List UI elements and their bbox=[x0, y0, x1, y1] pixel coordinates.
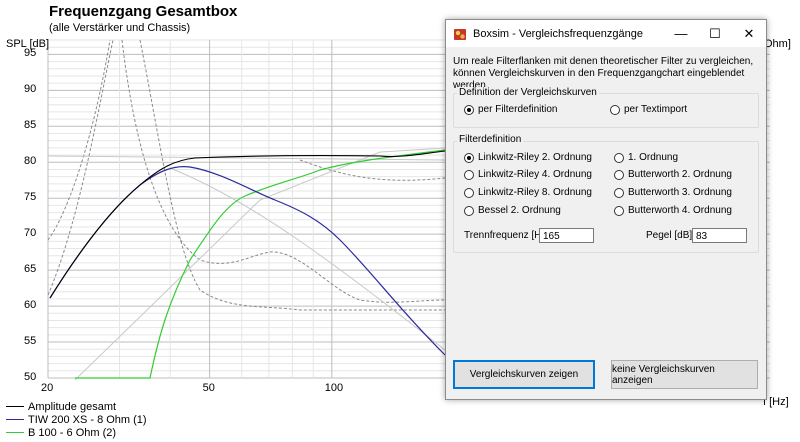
x-tick-label: 20 bbox=[41, 382, 54, 394]
radio-unselected-icon bbox=[464, 187, 474, 198]
crossover-frequency-input[interactable]: 165 bbox=[539, 228, 594, 243]
legend-item-b100: B 100 - 6 Ohm (2) bbox=[6, 426, 147, 439]
reference-line-2 bbox=[74, 147, 446, 381]
radio-unselected-icon bbox=[614, 152, 624, 163]
level-input[interactable]: 83 bbox=[692, 228, 747, 243]
radio-label: Bessel 2. Ordnung bbox=[478, 205, 561, 216]
x-tick-label: 100 bbox=[324, 382, 344, 394]
radio-label: 1. Ordnung bbox=[628, 152, 679, 163]
legend-label: Amplitude gesamt bbox=[28, 400, 117, 413]
y-tick-label: 60 bbox=[24, 299, 37, 312]
y-tick-label: 85 bbox=[24, 119, 37, 132]
comparison-curves-dialog: Boxsim - Vergleichsfrequenzgänge — ☐ ✕ U… bbox=[445, 19, 767, 400]
y-tick-label: 75 bbox=[24, 191, 37, 204]
boxsim-app-icon bbox=[454, 28, 466, 40]
radio-bw3[interactable]: Butterworth 3. Ordnung bbox=[614, 187, 732, 198]
radio-unselected-icon bbox=[614, 205, 624, 216]
dialog-title: Boxsim - Vergleichsfrequenzgänge bbox=[473, 27, 643, 40]
chart-subtitle: (alle Verstärker und Chassis) bbox=[49, 22, 191, 34]
legend-item-tiw200: TIW 200 XS - 8 Ohm (1) bbox=[6, 413, 147, 426]
legend-label: B 100 - 6 Ohm (2) bbox=[28, 426, 117, 439]
dialog-titlebar[interactable]: Boxsim - Vergleichsfrequenzgänge — ☐ ✕ bbox=[446, 20, 766, 47]
radio-label: Butterworth 4. Ordnung bbox=[628, 205, 732, 216]
y-tick-label: 80 bbox=[24, 155, 37, 168]
radio-label: Linkwitz-Riley 2. Ordnung bbox=[478, 152, 592, 163]
radio-bw2[interactable]: Butterworth 2. Ordnung bbox=[614, 169, 732, 180]
radio-selected-icon bbox=[464, 152, 474, 163]
radio-bw4[interactable]: Butterworth 4. Ordnung bbox=[614, 205, 732, 216]
impedance-curve-1 bbox=[47, 39, 445, 311]
radio-per-filterdefinition[interactable]: per Filterdefinition bbox=[464, 104, 557, 115]
show-comparison-curves-button[interactable]: Vergleichskurven zeigen bbox=[453, 360, 595, 389]
hide-comparison-curves-button[interactable]: keine Vergleichskurven anzeigen bbox=[611, 360, 758, 389]
reference-line-3 bbox=[169, 167, 446, 351]
minimize-button[interactable]: — bbox=[664, 20, 698, 47]
radio-unselected-icon bbox=[610, 104, 620, 115]
y-tick-label: 90 bbox=[24, 83, 37, 96]
y-tick-label: 70 bbox=[24, 227, 37, 240]
y-tick-label: 95 bbox=[24, 47, 37, 60]
radio-label: Linkwitz-Riley 4. Ordnung bbox=[478, 169, 592, 180]
radio-selected-icon bbox=[464, 104, 474, 115]
chart-legend: Amplitude gesamt TIW 200 XS - 8 Ohm (1) … bbox=[6, 400, 147, 439]
radio-lr4[interactable]: Linkwitz-Riley 4. Ordnung bbox=[464, 169, 592, 180]
radio-per-textimport[interactable]: per Textimport bbox=[610, 104, 687, 115]
y-tick-label: 55 bbox=[24, 335, 37, 348]
radio-unselected-icon bbox=[464, 169, 474, 180]
radio-lr2[interactable]: Linkwitz-Riley 2. Ordnung bbox=[464, 152, 592, 163]
radio-label: per Textimport bbox=[624, 104, 688, 115]
filter-group-title: Filterdefinition bbox=[457, 134, 524, 145]
definition-group-title: Definition der Vergleichskurven bbox=[457, 87, 599, 98]
y-tick-label: 50 bbox=[24, 371, 37, 383]
y2-axis-label: Ohm] bbox=[764, 38, 791, 50]
x-tick-label: 50 bbox=[202, 382, 215, 394]
chart-title: Frequenzgang Gesamtbox bbox=[49, 3, 238, 20]
maximize-button[interactable]: ☐ bbox=[698, 20, 732, 47]
level-label: Pegel [dB] bbox=[646, 230, 693, 241]
chart-curves bbox=[47, 39, 446, 381]
radio-label: per Filterdefinition bbox=[478, 104, 558, 115]
crossover-frequency-label: Trennfrequenz [Hz] bbox=[464, 230, 550, 241]
radio-unselected-icon bbox=[614, 169, 624, 180]
legend-label: TIW 200 XS - 8 Ohm (1) bbox=[28, 413, 147, 426]
radio-label: Butterworth 3. Ordnung bbox=[628, 187, 732, 198]
y-tick-label: 65 bbox=[24, 263, 37, 276]
radio-unselected-icon bbox=[614, 187, 624, 198]
close-button[interactable]: ✕ bbox=[732, 20, 766, 47]
legend-item-total: Amplitude gesamt bbox=[6, 400, 147, 413]
curve-total bbox=[49, 150, 446, 299]
radio-bessel2[interactable]: Bessel 2. Ordnung bbox=[464, 205, 561, 216]
radio-first-order[interactable]: 1. Ordnung bbox=[614, 152, 678, 163]
radio-unselected-icon bbox=[464, 205, 474, 216]
legend-swatch bbox=[6, 406, 24, 407]
legend-swatch bbox=[6, 432, 24, 433]
radio-lr8[interactable]: Linkwitz-Riley 8. Ordnung bbox=[464, 187, 592, 198]
radio-label: Linkwitz-Riley 8. Ordnung bbox=[478, 187, 592, 198]
legend-swatch bbox=[6, 419, 24, 420]
radio-label: Butterworth 2. Ordnung bbox=[628, 169, 732, 180]
